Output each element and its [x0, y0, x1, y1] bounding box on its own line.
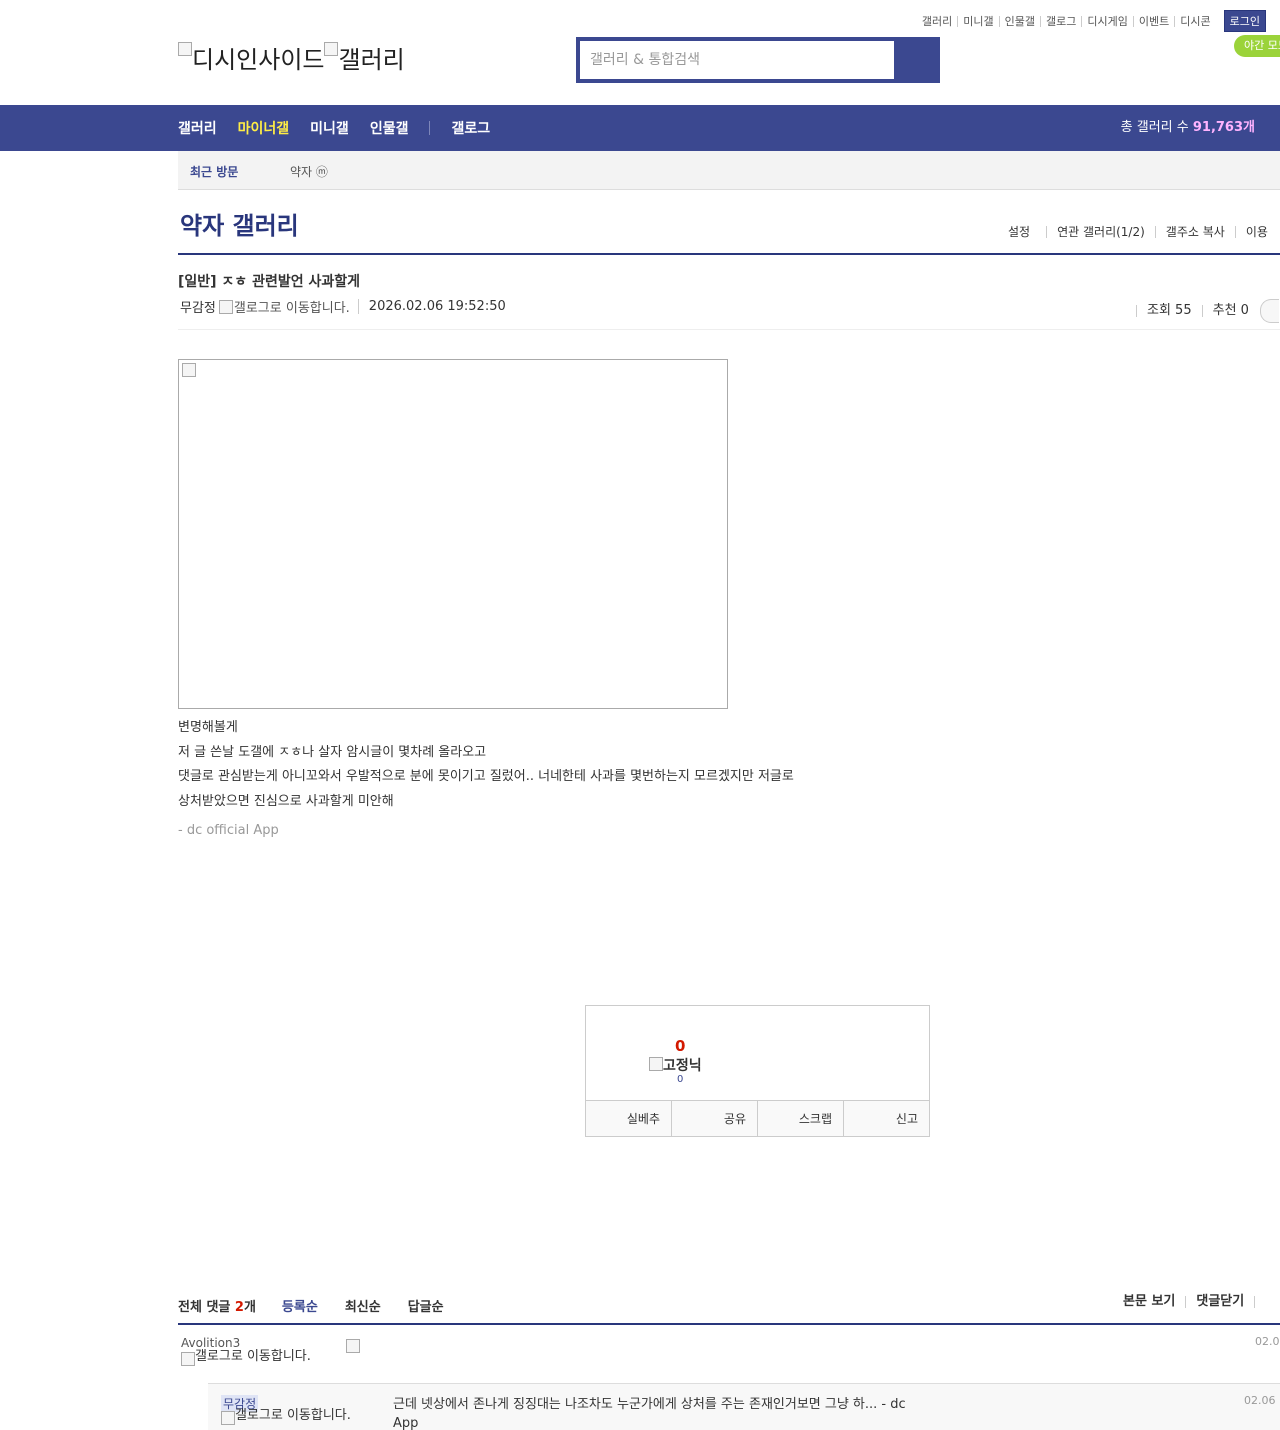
recommend-box: 0 고정닉 0 실베추 공유 스크랩 신고 [585, 1005, 930, 1137]
comments-header: 전체 댓글 2개 등록순 최신순 답글순 [178, 1296, 471, 1315]
post-body-line: 저 글 쓴날 도갤에 ㅈㅎ나 살자 암시글이 몇차례 올라오고 [178, 744, 487, 760]
related-gallery-link[interactable]: 연관 갤러리(1/2) [1046, 226, 1155, 238]
post-image[interactable] [178, 359, 728, 709]
post-date: 2026.02.06 19:52:50 [357, 299, 506, 314]
recent-visits-bar: 최근 방문 약자 ⓜ [178, 151, 1280, 190]
fixed-nick-count: 0 [677, 1074, 684, 1085]
broken-image-icon [346, 1339, 360, 1353]
scrap-button[interactable]: 스크랩 [757, 1101, 843, 1136]
nav-item-gallog[interactable]: 갤로그 [451, 118, 490, 138]
post-title: [일반] ㅈㅎ 관련발언 사과할게 [178, 274, 360, 290]
comment-nick[interactable]: Avolition3 [181, 1336, 240, 1350]
post-body-line: 상처받았으면 진심으로 사과할게 미안해 [178, 793, 394, 809]
more-options-button[interactable] [1259, 299, 1279, 323]
gallery-settings-link[interactable]: 설정 [1008, 226, 1046, 238]
post-body-line: 변명해볼게 [178, 720, 238, 735]
post-body: 변명해볼게 저 글 쓴날 도갤에 ㅈㅎ나 살자 암시글이 몇차례 올라오고 댓글… [178, 716, 794, 844]
copy-gallery-address-link[interactable]: 갤주소 복사 [1154, 226, 1235, 238]
toplink-gallog[interactable]: 갤로그 [1040, 15, 1081, 27]
broken-image-icon [181, 1352, 195, 1366]
comment-date: 02.06 [1255, 1335, 1280, 1348]
gallog-link[interactable]: 갤로그로 이동합니다. [234, 297, 350, 316]
comments-controls: 본문 보기 댓글닫기 [1123, 1295, 1275, 1308]
broken-image-icon [178, 42, 192, 56]
comment-total: 전체 댓글 2개 [178, 1300, 256, 1315]
broken-image-icon [221, 1411, 235, 1425]
comments-divider [178, 1323, 1280, 1325]
comment-reply-item: 무감정 갤로그로 이동합니다. 근데 넷상에서 존나게 징징대는 나조차도 누군… [208, 1383, 1280, 1430]
recommend-actions: 실베추 공유 스크랩 신고 [586, 1100, 929, 1136]
recent-visit-item[interactable]: 약자 ⓜ [290, 163, 328, 180]
silbe-recommend-button[interactable]: 실베추 [586, 1101, 671, 1136]
view-post-button[interactable]: 본문 보기 [1123, 1295, 1185, 1308]
broken-image-icon [324, 42, 339, 56]
share-button[interactable]: 공유 [671, 1101, 757, 1136]
gallery-menu: 설정 연관 갤러리(1/2) 갤주소 복사 이용 [1008, 226, 1278, 238]
post-stats: 조회 55 추천 0 [1136, 299, 1279, 323]
recommend-count: 0 [675, 1037, 686, 1055]
login-button[interactable]: 로그인 [1223, 10, 1266, 32]
total-gallery-number: 91,763개 [1192, 120, 1255, 135]
post-views: 조회 55 [1136, 304, 1202, 317]
fixed-nick-recommend: 고정닉 [649, 1055, 702, 1075]
report-button[interactable]: 신고 [843, 1101, 929, 1136]
toplink-dcgame[interactable]: 디시게임 [1081, 15, 1132, 27]
broken-image-icon [182, 363, 196, 377]
usage-link[interactable]: 이용 [1234, 226, 1278, 238]
post-recommend-count: 추천 0 [1201, 304, 1259, 317]
search-bar [576, 37, 940, 83]
dccon-image [346, 1337, 360, 1353]
sort-replies[interactable]: 답글순 [408, 1296, 444, 1315]
app-signature: - dc official App [178, 823, 279, 838]
close-comments-button[interactable]: 댓글닫기 [1185, 1295, 1254, 1308]
broken-image-icon [218, 299, 233, 314]
site-logo[interactable]: 디시인사이드 갤러리 [178, 40, 405, 75]
toplink-dccon[interactable]: 디시콘 [1174, 15, 1215, 27]
header-divider [178, 253, 1280, 255]
recent-visits-label[interactable]: 최근 방문 [190, 163, 238, 180]
sort-latest[interactable]: 최신순 [345, 1296, 381, 1315]
top-links: 갤러리 미니갤 인물갤 갤로그 디시게임 이벤트 디시콘 로그인 [917, 10, 1266, 32]
comment-date: 02.06 1 [1244, 1394, 1280, 1407]
nav-item-mini[interactable]: 미니갤 [310, 118, 349, 138]
nav-item-person[interactable]: 인물갤 [370, 118, 409, 138]
comment-text: 근데 넷상에서 존나게 징징대는 나조차도 누군가에게 상처를 주는 존재인거보… [393, 1397, 906, 1430]
comment-gallog-link[interactable]: 갤로그로 이동합니다. [221, 1409, 351, 1425]
nav-item-gallery[interactable]: 갤러리 [178, 118, 217, 138]
toplink-gallery[interactable]: 갤러리 [917, 16, 957, 27]
nav-divider [429, 121, 431, 135]
logo-text-gallery: 갤러리 [338, 46, 405, 74]
logo-text-dcinside: 디시인사이드 [192, 46, 325, 74]
search-input[interactable] [580, 41, 894, 79]
main-navbar: 갤러리 마이너갤 미니갤 인물갤 갤로그 총 갤러리 수 91,763개 [0, 105, 1280, 151]
post-body-line: 댓글로 관심받는게 아니꼬와서 우발적으로 분에 못이기고 질렀어.. 너네한테… [178, 769, 794, 784]
gallery-title[interactable]: 약자 갤러리 [180, 206, 299, 241]
post-header-divider [178, 329, 1280, 330]
broken-image-icon [649, 1057, 663, 1071]
toplink-mini[interactable]: 미니갤 [957, 15, 998, 27]
search-button[interactable] [896, 37, 940, 83]
sort-registration[interactable]: 등록순 [282, 1296, 318, 1315]
post-author[interactable]: 무감정 [180, 297, 216, 316]
comment-gallog-link[interactable]: 갤로그로 이동합니다. [181, 1350, 311, 1366]
total-gallery-count: 총 갤러리 수 91,763개 [1120, 120, 1255, 135]
comments-control-divider [1254, 1296, 1275, 1308]
night-mode-toggle[interactable]: 야간 모드 [1234, 35, 1280, 57]
post-meta: 무감정 갤로그로 이동합니다. 2026.02.06 19:52:50 [180, 297, 506, 316]
comment-item: Avolition3 갤로그로 이동합니다. 02.06 [178, 1334, 1280, 1382]
nav-item-minor[interactable]: 마이너갤 [238, 118, 290, 138]
toplink-event[interactable]: 이벤트 [1132, 15, 1174, 27]
comment-count: 2 [234, 1300, 244, 1315]
toplink-person[interactable]: 인물갤 [998, 15, 1040, 27]
